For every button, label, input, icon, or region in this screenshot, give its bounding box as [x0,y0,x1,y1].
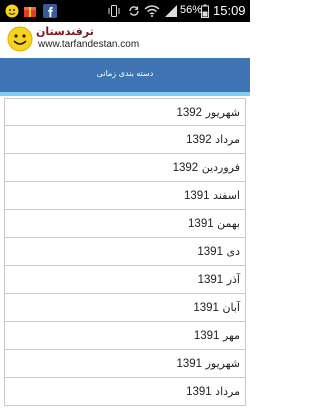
list-item-month: شهریور [205,357,240,370]
list-item[interactable]: آذر 1391 [4,266,246,294]
list-item-month: آبان [222,301,240,314]
list-item[interactable]: دی 1391 [4,238,246,266]
list-item-month: فروردین [201,161,240,174]
battery-percent: 56% [180,4,203,16]
list-item-year: 1391 [193,330,220,342]
list-item[interactable]: مرداد 1392 [4,126,246,154]
list-item[interactable]: شهریور 1391 [4,350,246,378]
list-item-month: آذر [226,273,240,286]
list-item[interactable]: فروردین 1392 [4,154,246,182]
list-item-month: اسفند [213,189,240,202]
list-item[interactable]: مرداد 1391 [4,378,246,406]
archive-list: شهریور 1392 مرداد 1392 فروردین 1392 اسفن… [4,98,246,406]
gift-icon [22,3,38,19]
list-item-month: شهریور [205,106,240,119]
page-title-bar: دسته بندی زمانی [0,58,250,92]
list-item-year: 1392 [186,134,212,146]
app-logo-icon [4,3,20,19]
list-item-month: مهر [222,329,240,342]
page-title: دسته بندی زمانی [96,69,154,78]
wifi-icon [144,3,160,19]
smiley-logo-icon [7,26,33,52]
app-header: ترفندستان www.tarfandestan.com [0,22,250,58]
list-item-year: 1391 [186,386,212,398]
list-item[interactable]: بهمن 1391 [4,210,246,238]
list-item-year: 1391 [197,274,224,286]
signal-icon [163,3,179,19]
list-item[interactable]: اسفند 1391 [4,182,246,210]
app-url: www.tarfandestan.com [38,39,140,50]
title-accent-divider [0,92,250,96]
list-item-year: 1391 [197,246,223,258]
facebook-icon [42,3,58,19]
list-item-year: 1391 [193,302,219,314]
list-item-year: 1391 [183,190,210,202]
list-item-month: مرداد [215,385,240,398]
status-time: 15:09 [213,3,246,18]
list-item-year: 1392 [176,107,203,119]
list-item-month: دی [226,245,240,258]
list-item-month: مرداد [215,133,240,146]
list-item-year: 1391 [176,358,203,370]
app-title: ترفندستان [36,25,94,38]
list-item[interactable]: آبان 1391 [4,294,246,322]
list-item-year: 1392 [172,162,199,174]
list-item[interactable]: شهریور 1392 [4,98,246,126]
vibrate-icon [106,3,122,19]
battery-icon [200,3,210,19]
list-item[interactable]: مهر 1391 [4,322,246,350]
status-bar: 56% 15:09 [0,0,250,22]
list-item-month: بهمن [217,217,240,230]
list-item-year: 1391 [188,218,214,230]
sync-icon [126,3,142,19]
